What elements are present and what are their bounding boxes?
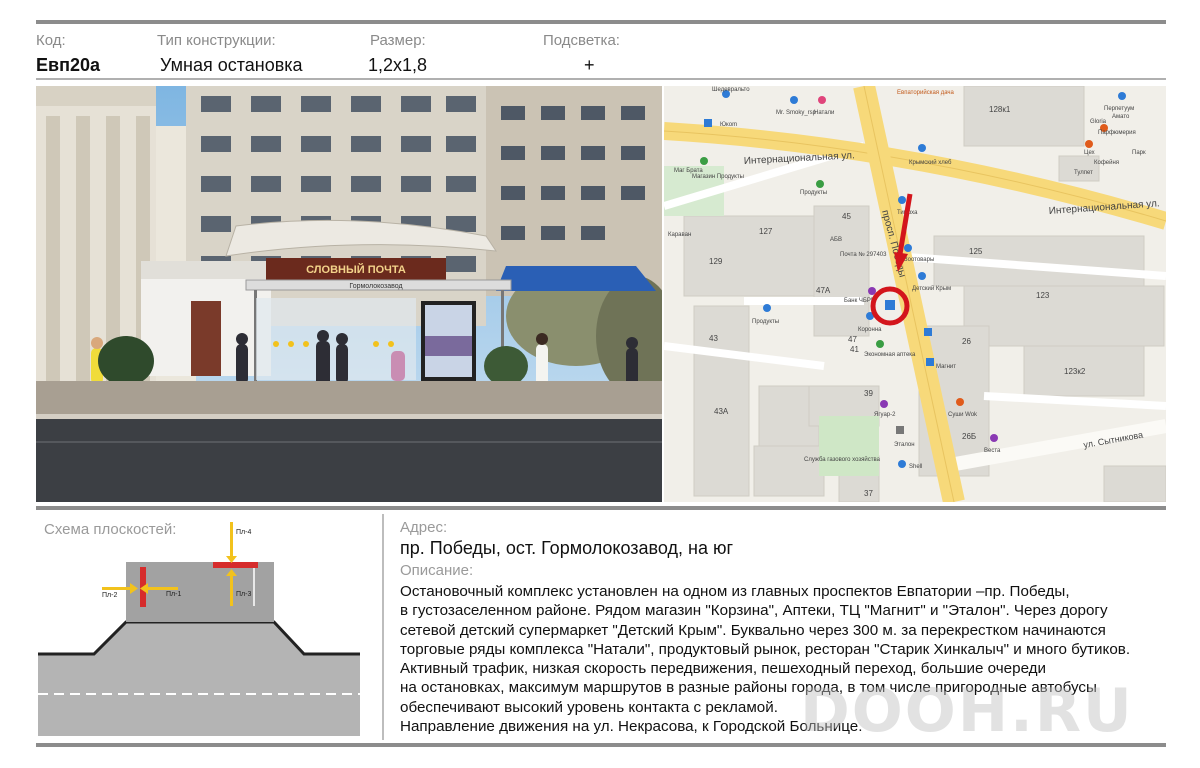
description-line: сетевой детский супермаркет "Детский Кры… bbox=[400, 621, 1106, 639]
svg-text:Shell: Shell bbox=[909, 464, 922, 470]
svg-text:Парфюмерия: Парфюмерия bbox=[1098, 130, 1136, 136]
plane-label: Пл-3 bbox=[236, 591, 251, 598]
bld-num: 123к2 bbox=[1064, 367, 1086, 376]
code-value: Евп20а bbox=[36, 55, 100, 75]
section-divider bbox=[382, 514, 384, 740]
svg-text:Продукты: Продукты bbox=[752, 319, 779, 325]
type-value: Умная остановка bbox=[160, 55, 303, 75]
bld-num: 41 bbox=[850, 345, 859, 354]
bld-num: 39 bbox=[864, 389, 873, 398]
svg-text:Банк ЧБРР: Банк ЧБРР bbox=[844, 298, 875, 304]
svg-text:Зоотовары: Зоотовары bbox=[904, 257, 934, 263]
address-label: Адрес: bbox=[400, 519, 448, 536]
bld-num: 129 bbox=[709, 257, 723, 266]
plane-pl4-panel bbox=[213, 562, 258, 568]
bld-num: 127 bbox=[759, 227, 773, 236]
bld-num: 26Б bbox=[962, 432, 976, 441]
svg-text:Перпетуум: Перпетуум bbox=[1104, 106, 1134, 112]
svg-text:Эталон: Эталон bbox=[894, 442, 915, 448]
bld-num: 45 bbox=[842, 212, 851, 221]
address-value: пр. Победы, ост. Гормолокозавод, на юг bbox=[400, 538, 734, 558]
bld-num: 128к1 bbox=[989, 105, 1011, 114]
svg-text:Mr. Smoky_rsp: Mr. Smoky_rsp bbox=[776, 110, 817, 116]
svg-text:Экономная аптека: Экономная аптека bbox=[864, 352, 916, 358]
svg-text:Крымский хлеб: Крымский хлеб bbox=[909, 159, 952, 166]
bld-num: 43 bbox=[709, 334, 718, 343]
svg-text:Натали: Натали bbox=[814, 110, 834, 116]
svg-text:Почта № 297403: Почта № 297403 bbox=[840, 251, 887, 258]
svg-text:Евпаторийская дача: Евпаторийская дача bbox=[897, 89, 955, 96]
schema-title: Схема плоскостей: bbox=[44, 521, 176, 538]
stop-sign-text: Гормолокозавод bbox=[349, 283, 402, 290]
plane-label: Пл-1 bbox=[166, 591, 181, 598]
svg-text:Веста: Веста bbox=[984, 448, 1001, 454]
svg-text:Магазин Продукты: Магазин Продукты bbox=[692, 174, 744, 180]
svg-text:Магнит: Магнит bbox=[936, 364, 956, 370]
type-label: Тип конструкции: bbox=[157, 32, 276, 49]
light-label: Подсветка: bbox=[543, 32, 620, 49]
bld-num: 26 bbox=[962, 337, 971, 346]
watermark: DOOH.RU bbox=[800, 676, 1134, 746]
planes-schema: Схема плоскостей: Пл-4 Пл-2 Пл-1 Пл-3 bbox=[36, 514, 378, 740]
size-value: 1,2х1,8 bbox=[368, 55, 428, 75]
light-value: + bbox=[584, 55, 595, 75]
svg-text:Суши Wok: Суши Wok bbox=[948, 412, 978, 418]
svg-text:Служба газового хозяйства: Служба газового хозяйства bbox=[804, 456, 881, 463]
svg-text:Ягуар-2: Ягуар-2 bbox=[874, 412, 896, 418]
bus-stop-photo: СЛОВНЫЙ ПОЧТА Гормолокозавод bbox=[36, 86, 662, 502]
bld-num: 37 bbox=[864, 489, 873, 498]
svg-text:АБВ: АБВ bbox=[830, 237, 842, 243]
description-line: торговые ряды комплекса "Натали", продук… bbox=[400, 640, 1131, 658]
bld-num: 47А bbox=[816, 286, 831, 295]
svg-text:Коронна: Коронна bbox=[858, 327, 882, 333]
size-label: Размер: bbox=[370, 32, 426, 49]
bld-num: 43А bbox=[714, 407, 729, 416]
bld-num: 47 bbox=[848, 335, 857, 344]
svg-text:Караван: Караван bbox=[668, 232, 691, 238]
svg-text:Продукты: Продукты bbox=[800, 190, 827, 196]
svg-text:Тулпет: Тулпет bbox=[1074, 170, 1093, 176]
top-rule bbox=[36, 20, 1166, 24]
svg-text:Цех: Цех bbox=[1084, 150, 1095, 156]
svg-text:Кофейня: Кофейня bbox=[1094, 159, 1119, 166]
svg-text:Парк: Парк bbox=[1132, 150, 1146, 156]
plane-label: Пл-4 bbox=[236, 529, 251, 536]
svg-text:Маг Брата: Маг Брата bbox=[674, 168, 703, 174]
header-divider bbox=[36, 78, 1166, 80]
code-label: Код: bbox=[36, 32, 66, 49]
svg-text:СЛОВНЫЙ ПОЧТА: СЛОВНЫЙ ПОЧТА bbox=[306, 263, 406, 276]
middle-rule bbox=[36, 506, 1166, 510]
svg-text:Детский Крым: Детский Крым bbox=[912, 285, 951, 292]
bld-num: 125 bbox=[969, 247, 983, 256]
bld-num: 123 bbox=[1036, 291, 1050, 300]
plane-label: Пл-2 bbox=[102, 592, 117, 599]
description-line: в густозаселенном районе. Рядом магазин … bbox=[400, 602, 1108, 620]
svg-text:Юкоm: Юкоm bbox=[720, 122, 737, 128]
description-line: Остановочный комплекс установлен на одно… bbox=[400, 583, 1070, 600]
description-label: Описание: bbox=[400, 562, 474, 579]
svg-text:Амато: Амато bbox=[1112, 114, 1130, 120]
svg-text:Шедевральто: Шедевральто bbox=[712, 87, 750, 93]
location-map[interactable]: Интернациональная ул. Интернациональная … bbox=[664, 86, 1166, 502]
